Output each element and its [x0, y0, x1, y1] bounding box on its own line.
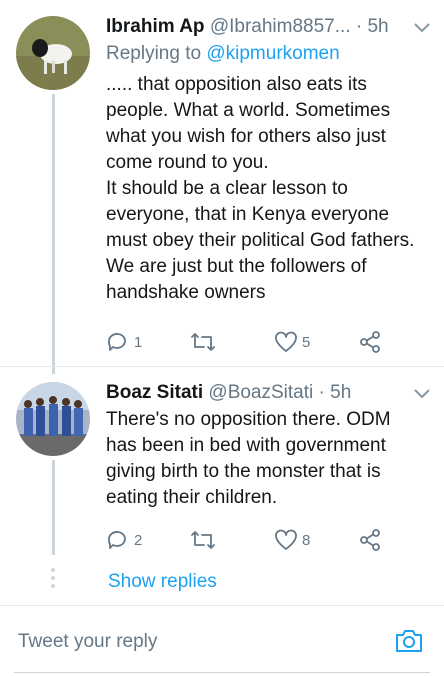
separator: ·: [318, 382, 325, 403]
separator: ·: [355, 16, 363, 37]
avatar[interactable]: [16, 16, 90, 90]
retweet-icon: [191, 333, 215, 351]
heart-icon: [275, 331, 297, 352]
share-button[interactable]: [358, 330, 382, 354]
reply-composer[interactable]: Tweet your reply: [0, 606, 444, 676]
like-count: 5: [302, 333, 311, 351]
tweet-paragraph: ..... that opposition also eats its peop…: [106, 74, 391, 173]
show-replies-link[interactable]: Show replies: [108, 571, 217, 593]
retweet-button[interactable]: [190, 528, 216, 552]
tweet-actions: 2 8: [106, 528, 406, 552]
tweet-header: Boaz Sitati @BoazSitati · 5h: [106, 380, 434, 406]
like-button[interactable]: 8: [274, 528, 310, 552]
input-underline: [14, 672, 430, 673]
tweet-actions: 1 5: [106, 330, 406, 354]
divider: [0, 366, 444, 367]
thread-dots: [51, 568, 55, 592]
chevron-down-icon[interactable]: [414, 386, 430, 404]
author-handle[interactable]: @Ibrahim8857...: [210, 16, 351, 37]
reply-icon: [107, 333, 126, 351]
retweet-icon: [191, 531, 215, 549]
reply-input[interactable]: Tweet your reply: [18, 631, 157, 653]
timestamp[interactable]: 5h: [367, 16, 388, 37]
tweet-paragraph: There's no opposition there. ODM has bee…: [106, 409, 391, 508]
author-name[interactable]: Boaz Sitati: [106, 382, 203, 403]
share-icon: [360, 331, 380, 353]
avatar[interactable]: [16, 382, 90, 456]
like-button[interactable]: 5: [274, 330, 310, 354]
reply-count: 2: [134, 531, 143, 549]
share-button[interactable]: [358, 528, 382, 552]
retweet-button[interactable]: [190, 330, 216, 354]
camera-icon[interactable]: [394, 628, 424, 659]
timestamp[interactable]: 5h: [330, 382, 351, 403]
heart-icon: [275, 529, 297, 550]
author-handle[interactable]: @BoazSitati: [208, 382, 313, 403]
like-count: 8: [302, 531, 311, 549]
reply-button[interactable]: 2: [106, 528, 142, 552]
chevron-down-icon[interactable]: [414, 20, 430, 38]
tweet[interactable]: Boaz Sitati @BoazSitati · 5h There's no …: [0, 380, 444, 560]
tweet-header: Ibrahim Ap @Ibrahim8857... · 5h: [106, 14, 434, 40]
reply-icon: [107, 531, 126, 549]
reply-count: 1: [134, 333, 143, 351]
reply-button[interactable]: 1: [106, 330, 142, 354]
replying-label: Replying to: [106, 43, 202, 64]
tweet[interactable]: Ibrahim Ap @Ibrahim8857... · 5h Replying…: [0, 14, 444, 359]
tweet-text: There's no opposition there. ODM has bee…: [106, 407, 426, 511]
tweet-text: ..... that opposition also eats its peop…: [106, 72, 426, 306]
tweet-paragraph: It should be a clear lesson to everyone,…: [106, 178, 415, 303]
replying-to: Replying to @kipmurkomen: [106, 41, 340, 67]
share-icon: [360, 529, 380, 551]
mention-link[interactable]: @kipmurkomen: [206, 43, 339, 64]
author-name[interactable]: Ibrahim Ap: [106, 16, 205, 37]
